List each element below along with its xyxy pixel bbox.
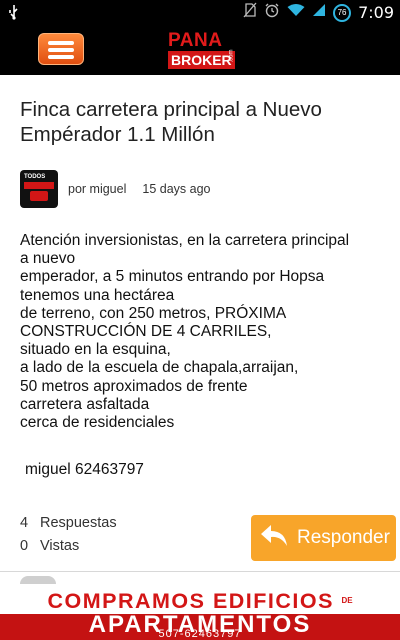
responses-count: 4 [20,515,29,531]
status-bar: 76 7:09 [0,0,400,25]
responses-label: Respuestas [40,515,117,531]
battery-icon: 76 [333,3,352,22]
status-time: 7:09 [358,3,394,22]
no-sim-icon [243,2,257,23]
usb-icon [6,4,22,20]
logo-com-text: .com [228,49,235,63]
banner-phone: 507-62463797 [158,628,242,640]
author-name[interactable]: por miguel [68,182,126,196]
post-body: Atención inversionistas, en la carretera… [20,232,390,432]
post-body-line: situado en la esquina, [20,341,171,359]
app-header: PANA BROKER .com [0,25,400,75]
responses-stat: 4 Respuestas [20,515,117,538]
post-body-line: Atención inversionistas, en la carretera… [20,232,350,249]
post-detail: Finca carretera principal a Nuevo Empéra… [0,75,400,585]
post-body-line: a nuevo [20,250,76,268]
panabroker-logo: PANA BROKER .com [168,30,235,71]
post-title: Finca carretera principal a Nuevo Empéra… [20,98,322,146]
author-row: TODOS por miguel 15 days ago [20,170,210,208]
signal-icon [312,3,326,22]
reply-button-label: Responder [297,527,390,548]
post-body-line: cerca de residenciales [20,414,175,432]
banner-bottom: APARTAMENTOS 507-62463797 [0,612,400,640]
logo-bottom-text: BROKER [168,51,235,69]
ad-banner[interactable]: COMPRAMOS EDIFICIOS DE APARTAMENTOS 507-… [0,585,400,640]
post-stats: 4 Respuestas 0 Vistas [20,515,117,561]
alarm-icon [264,2,280,23]
views-count: 0 [20,538,29,554]
views-stat: 0 Vistas [20,538,117,561]
post-body-line: emperador, a 5 minutos entrando por Hops… [20,268,325,286]
post-body-line: de terreno, con 250 metros, PRÓXIMA [20,304,287,322]
avatar[interactable]: TODOS [20,170,58,208]
reply-button[interactable]: Responder [251,515,396,561]
views-label: Vistas [40,538,80,554]
post-body-line: tenemos una hectárea [20,286,175,304]
banner-line1-text: COMPRAMOS EDIFICIOS [47,589,334,613]
post-body-line: a lado de la escuela de chapala,arraijan… [20,359,299,377]
post-contact: miguel 62463797 [25,461,144,478]
divider [0,571,400,572]
next-reply-avatar [20,576,56,584]
post-body-line: 50 metros aproximados de frente [20,377,248,395]
logo-top-text: PANA [168,30,223,51]
reply-arrow-icon [259,523,289,554]
banner-line1-suffix: DE [341,596,353,605]
hamburger-menu-icon[interactable] [38,33,84,65]
post-time-ago: 15 days ago [142,182,211,196]
wifi-icon [287,3,305,22]
banner-line1: COMPRAMOS EDIFICIOS DE [0,589,400,613]
post-body-line: CONSTRUCCIÓN DE 4 CARRILES, [20,323,272,341]
post-body-line: carretera asfaltada [20,395,150,413]
